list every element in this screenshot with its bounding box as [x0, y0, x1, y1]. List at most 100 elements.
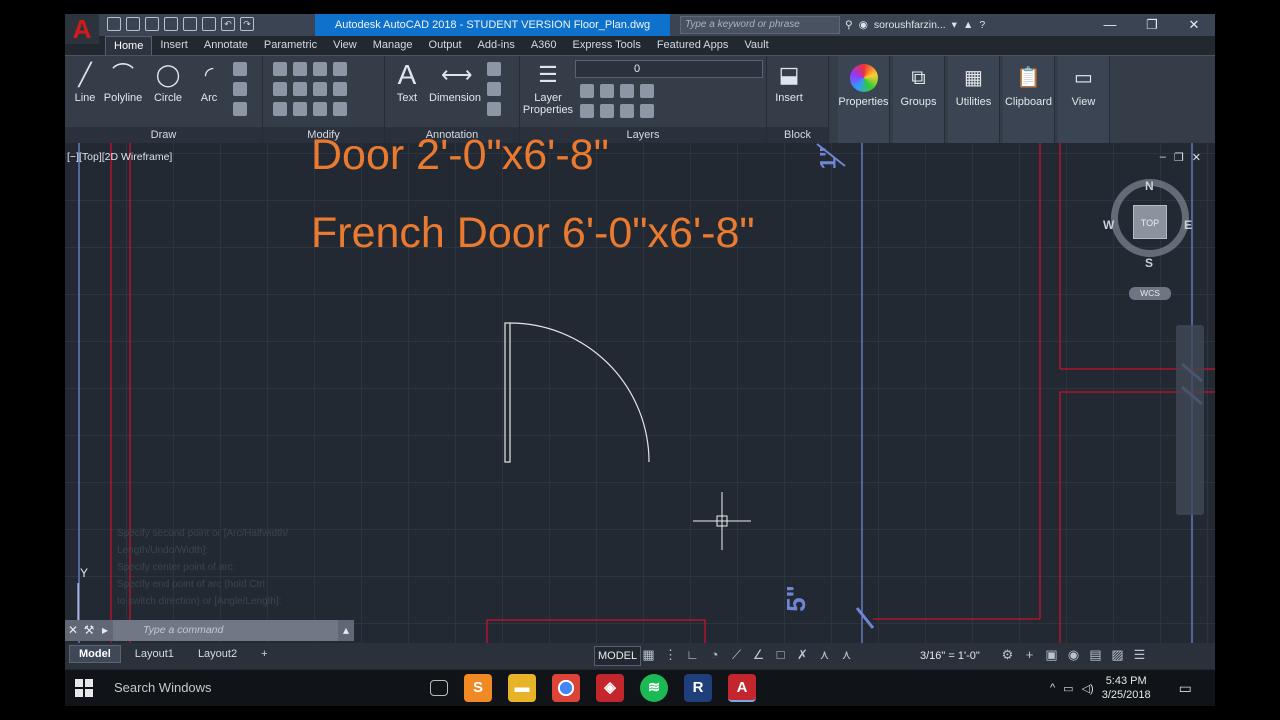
units-icon[interactable]: ▣	[1044, 647, 1059, 662]
autocad-taskbar-icon[interactable]: A	[728, 674, 756, 702]
grid-icon[interactable]: ▦	[641, 647, 656, 662]
spotify-icon[interactable]: ≋	[640, 674, 668, 702]
clock[interactable]: 5:43 PM 3/25/2018	[1102, 674, 1151, 702]
isolate-icon[interactable]: ◉	[1066, 647, 1081, 662]
polyline-tool[interactable]: ⌒ Polyline	[99, 60, 147, 104]
layer-previous-icon[interactable]	[600, 104, 614, 118]
hatch-icon[interactable]	[233, 82, 247, 96]
vp-minimize-icon[interactable]: –	[1160, 151, 1166, 164]
customize-icon[interactable]: ☰	[1132, 647, 1147, 662]
copy-icon[interactable]	[273, 82, 287, 96]
layer-match-icon[interactable]	[580, 104, 594, 118]
tray-chevron-icon[interactable]: ^	[1050, 682, 1055, 694]
linear-dim-icon[interactable]	[487, 62, 501, 76]
properties-button[interactable]: Properties	[838, 56, 890, 144]
dimension-tool[interactable]: ⟷ Dimension	[427, 60, 483, 104]
user-name[interactable]: soroushfarzin...	[874, 19, 946, 31]
sublime-text-icon[interactable]: S	[464, 674, 492, 702]
restore-icon[interactable]: ❐	[1131, 14, 1173, 36]
tab-model[interactable]: Model	[69, 645, 121, 663]
tab-featured-apps[interactable]: Featured Apps	[649, 36, 737, 55]
save-as-icon[interactable]	[183, 17, 197, 31]
command-prompt-icon[interactable]: ▸	[97, 620, 113, 641]
annotation-scale[interactable]: 3/16" = 1'-0"	[920, 647, 980, 665]
insert-tool[interactable]: ⬓ Insert	[765, 60, 813, 104]
tab-a360[interactable]: A360	[523, 36, 565, 55]
layer-current-icon[interactable]	[640, 104, 654, 118]
command-history-toggle-icon[interactable]: ▴	[338, 620, 354, 641]
save-icon[interactable]	[164, 17, 178, 31]
table-icon[interactable]	[487, 102, 501, 116]
minimize-icon[interactable]: —	[1089, 14, 1131, 36]
view-button[interactable]: ▭ View	[1058, 56, 1110, 144]
stretch-icon[interactable]	[273, 102, 287, 116]
arc-tool[interactable]: ◜ Arc	[185, 60, 233, 104]
cart-icon[interactable]: ▾	[952, 19, 957, 31]
trim-icon[interactable]	[313, 62, 327, 76]
file-explorer-icon[interactable]: ▬	[508, 674, 536, 702]
tab-parametric[interactable]: Parametric	[256, 36, 325, 55]
layer-properties-tool[interactable]: ☰ Layer Properties	[522, 60, 574, 116]
help-search-input[interactable]: Type a keyword or phrase	[680, 16, 840, 34]
explode-icon[interactable]	[333, 82, 347, 96]
erase-icon[interactable]	[333, 62, 347, 76]
tab-express-tools[interactable]: Express Tools	[565, 36, 649, 55]
annotation-visibility-icon[interactable]: ✗	[795, 647, 810, 662]
tab-view[interactable]: View	[325, 36, 365, 55]
offset-icon[interactable]	[333, 102, 347, 116]
redo-icon[interactable]: ↷	[240, 17, 254, 31]
clipboard-button[interactable]: 📋 Clipboard	[1003, 56, 1055, 144]
tab-manage[interactable]: Manage	[365, 36, 421, 55]
undo-icon[interactable]: ↶	[221, 17, 235, 31]
tab-output[interactable]: Output	[421, 36, 470, 55]
utilities-button[interactable]: ▦ Utilities	[948, 56, 1000, 144]
compass-south[interactable]: S	[1145, 256, 1153, 270]
compass-west[interactable]: W	[1103, 218, 1114, 232]
open-icon[interactable]	[126, 17, 140, 31]
windows-start-icon[interactable]	[75, 679, 93, 697]
command-input[interactable]: Type a command	[113, 620, 338, 641]
layer-unisolate-icon[interactable]	[620, 104, 634, 118]
snap-icon[interactable]: ⋮	[663, 647, 678, 662]
sketchup-icon[interactable]: ◈	[596, 674, 624, 702]
compass-east[interactable]: E	[1184, 218, 1192, 232]
action-center-icon[interactable]: ▭	[1179, 680, 1192, 697]
workspace-gear-icon[interactable]: ⚙	[1000, 647, 1015, 662]
task-view-icon[interactable]	[430, 680, 448, 696]
viewcube-top-face[interactable]: TOP	[1133, 205, 1167, 239]
groups-button[interactable]: ⧉ Groups	[893, 56, 945, 144]
compass-north[interactable]: N	[1145, 179, 1154, 193]
mirror-icon[interactable]	[293, 82, 307, 96]
tab-add-ins[interactable]: Add-ins	[470, 36, 523, 55]
layer-freeze-icon[interactable]	[620, 84, 634, 98]
volume-icon[interactable]: ◁)	[1082, 682, 1094, 695]
rotate-icon[interactable]	[293, 62, 307, 76]
text-tool[interactable]: A Text	[383, 60, 431, 105]
command-customize-icon[interactable]: ⚒	[81, 620, 97, 641]
hardware-icon[interactable]: ▤	[1088, 647, 1103, 662]
tab-annotate[interactable]: Annotate	[196, 36, 256, 55]
taskbar-search[interactable]: Search Windows	[114, 670, 212, 706]
new-icon[interactable]	[107, 17, 121, 31]
isodraft-icon[interactable]: ⟋	[729, 647, 744, 662]
autocad-logo-icon[interactable]: A	[65, 14, 99, 44]
chrome-icon[interactable]	[552, 674, 580, 702]
polar-icon[interactable]: ◔	[707, 647, 722, 662]
rectangle-icon[interactable]	[233, 62, 247, 76]
block-panel-title[interactable]: Block	[767, 127, 828, 144]
layer-dropdown[interactable]: 0	[575, 60, 763, 78]
revit-icon[interactable]: R	[684, 674, 712, 702]
osnap-icon[interactable]: ∠	[751, 647, 766, 662]
viewport-controls-label[interactable]: [−][Top][2D Wireframe]	[67, 151, 172, 163]
command-close-icon[interactable]: ✕	[65, 620, 81, 641]
gradient-icon[interactable]	[233, 102, 247, 116]
fillet-icon[interactable]	[313, 82, 327, 96]
wcs-dropdown[interactable]: WCS	[1129, 287, 1171, 300]
layer-lock-icon[interactable]	[640, 84, 654, 98]
open-web-icon[interactable]	[145, 17, 159, 31]
layer-isolate-icon[interactable]	[600, 84, 614, 98]
tab-insert[interactable]: Insert	[152, 36, 196, 55]
clean-screen-icon[interactable]: ▨	[1110, 647, 1125, 662]
tab-layout1[interactable]: Layout1	[125, 645, 184, 663]
close-icon[interactable]: ✕	[1173, 14, 1215, 36]
